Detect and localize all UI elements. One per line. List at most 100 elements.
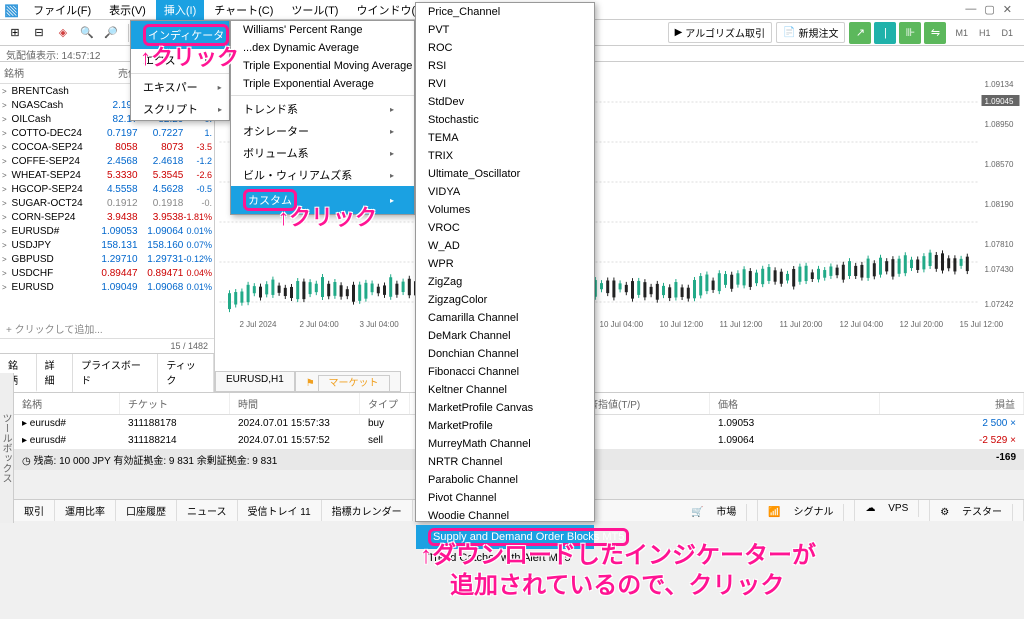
bt-perf[interactable]: 運用比率 <box>55 500 116 521</box>
custom-indicator-item[interactable]: Price_Channel <box>416 3 594 21</box>
custom-indicator-item[interactable]: Pivot Channel <box>416 489 594 507</box>
app-logo-icon: ▧ <box>4 0 19 20</box>
menu-insert[interactable]: 挿入(I) <box>156 0 204 20</box>
menu-expert[interactable]: エキスパー▸ <box>131 76 229 98</box>
grid2-icon[interactable]: ⊟ <box>30 24 48 42</box>
bt-market[interactable]: 🛒 市場 <box>681 500 758 521</box>
tb-green3-icon[interactable]: ⇋ <box>924 22 946 44</box>
toolbox-sidebar[interactable]: ツールボックス <box>0 373 14 523</box>
custom-indicator-item[interactable]: MarketProfile Canvas <box>416 399 594 417</box>
market-watch-row[interactable]: >EURUSD#1.090531.090640.01% <box>0 224 214 238</box>
market-watch-row[interactable]: >GBPUSD1.297101.29731-0.12% <box>0 252 214 266</box>
grid-icon[interactable]: ⊞ <box>6 24 24 42</box>
bt-tester[interactable]: ⚙ テスター <box>930 500 1024 521</box>
zoom-in-icon[interactable]: 🔍 <box>78 24 96 42</box>
bt-inbox[interactable]: 受信トレイ 11 <box>238 500 322 521</box>
tb-green2-icon[interactable]: ⊪ <box>899 22 921 44</box>
custom-indicator-item[interactable]: ZigZag <box>416 273 594 291</box>
custom-indicator-item[interactable]: ZigzagColor <box>416 291 594 309</box>
market-watch-row[interactable]: >COCOA-SEP2480588073-3.5 <box>0 140 214 154</box>
menu-file[interactable]: ファイル(F) <box>25 0 99 20</box>
timeframe-selector[interactable]: M1H1D1 <box>950 26 1018 40</box>
zoom-out-icon[interactable]: 🔎 <box>102 24 120 42</box>
market-tab[interactable]: ⚑ マーケット <box>295 371 401 392</box>
mw-tab-tick[interactable]: ティック <box>158 354 214 392</box>
indicator-item[interactable]: Williams' Percent Range <box>231 21 414 39</box>
menu-view[interactable]: 表示(V) <box>101 0 154 20</box>
bt-signal[interactable]: 📶 シグナル <box>758 500 855 521</box>
custom-indicator-item[interactable]: RVI <box>416 75 594 93</box>
custom-indicator-item[interactable]: Ultimate_Oscillator <box>416 165 594 183</box>
close-icon[interactable]: ✕ <box>1003 3 1012 16</box>
market-watch-row[interactable]: >WHEAT-SEP245.33305.3545-2.6 <box>0 168 214 182</box>
bt-news[interactable]: ニュース <box>177 500 238 521</box>
svg-text:11 Jul 12:00: 11 Jul 12:00 <box>720 320 764 329</box>
market-watch-add[interactable]: + クリックして追加... <box>0 319 214 338</box>
bt-vps[interactable]: ☁ VPS <box>855 500 930 521</box>
compass-icon[interactable]: ◈ <box>54 24 72 42</box>
custom-indicator-item[interactable]: TRIX <box>416 147 594 165</box>
chart-tab[interactable]: EURUSD,H1 <box>215 371 295 392</box>
algo-trading-button[interactable]: ▶ アルゴリズム取引 <box>668 22 772 43</box>
custom-indicator-item[interactable]: StdDev <box>416 93 594 111</box>
indicator-item[interactable]: オシレーター▸ <box>231 120 414 142</box>
custom-indicator-item[interactable]: RSI <box>416 57 594 75</box>
menu-chart[interactable]: チャート(C) <box>206 0 281 20</box>
market-watch-row[interactable]: >USDJPY158.131158.1600.07% <box>0 238 214 252</box>
col-symbol[interactable]: 銘柄 <box>0 62 92 83</box>
annotation-click1: ↑クリック <box>140 40 239 72</box>
svg-text:1.07242: 1.07242 <box>985 300 1014 309</box>
market-watch-row[interactable]: >USDCHF0.894470.894710.04% <box>0 266 214 280</box>
mw-tab-details[interactable]: 詳細 <box>37 354 74 392</box>
custom-indicator-item[interactable]: NRTR Channel <box>416 453 594 471</box>
custom-indicator-item[interactable]: Camarilla Channel <box>416 309 594 327</box>
custom-indicator-item[interactable]: DeMark Channel <box>416 327 594 345</box>
market-watch-row[interactable]: >COTTO-DEC240.71970.72271. <box>0 126 214 140</box>
custom-dropdown: Price_ChannelPVTROCRSIRVIStdDevStochasti… <box>415 2 595 522</box>
bt-trade[interactable]: 取引 <box>14 500 55 521</box>
custom-indicator-item[interactable]: TEMA <box>416 129 594 147</box>
market-watch-row[interactable]: >CORN-SEP243.94383.9538-1.81% <box>0 210 214 224</box>
indicator-item[interactable]: ビル・ウィリアムズ系▸ <box>231 164 414 186</box>
custom-indicator-item[interactable]: VROC <box>416 219 594 237</box>
custom-indicator-item[interactable]: Stochastic <box>416 111 594 129</box>
indicator-item[interactable]: トレンド系▸ <box>231 98 414 120</box>
indicator-item[interactable]: ...dex Dynamic Average <box>231 39 414 57</box>
custom-indicator-item[interactable]: ROC <box>416 39 594 57</box>
custom-indicator-item[interactable]: Volumes <box>416 201 594 219</box>
custom-indicator-item[interactable]: PVT <box>416 21 594 39</box>
bt-history[interactable]: 口座履歴 <box>116 500 177 521</box>
custom-indicator-item[interactable]: Keltner Channel <box>416 381 594 399</box>
custom-indicator-item[interactable]: VIDYA <box>416 183 594 201</box>
minimize-icon[interactable]: — <box>965 3 976 16</box>
bt-calendar[interactable]: 指標カレンダー <box>322 500 413 521</box>
tb-green1-icon[interactable]: ↗ <box>849 22 871 44</box>
custom-indicator-item[interactable]: MurreyMath Channel <box>416 435 594 453</box>
indicator-item[interactable]: Triple Exponential Moving Average <box>231 57 414 75</box>
menu-script[interactable]: スクリプト▸ <box>131 98 229 120</box>
custom-indicator-item[interactable]: W_AD <box>416 237 594 255</box>
new-order-button[interactable]: 📄 新規注文 <box>776 22 845 43</box>
market-watch-row[interactable]: >COFFE-SEP242.45682.4618-1.2 <box>0 154 214 168</box>
custom-indicator-item[interactable]: Woodie Channel <box>416 507 594 525</box>
custom-indicator-item[interactable]: Fibonacci Channel <box>416 363 594 381</box>
custom-indicator-item[interactable]: MarketProfile <box>416 417 594 435</box>
menu-tools[interactable]: ツール(T) <box>283 0 346 20</box>
market-watch-row[interactable]: >EURUSD1.090491.090680.01% <box>0 280 214 294</box>
mw-count: 15 / 1482 <box>170 341 208 351</box>
indicator-item[interactable]: ボリューム系▸ <box>231 142 414 164</box>
market-watch-row[interactable]: >SUGAR-OCT240.19120.1918-0. <box>0 196 214 210</box>
svg-text:15 Jul 12:00: 15 Jul 12:00 <box>960 320 1004 329</box>
market-watch-row[interactable]: >HGCOP-SEP244.55584.5628-0.5 <box>0 182 214 196</box>
svg-text:1.07810: 1.07810 <box>985 240 1014 249</box>
custom-indicator-item[interactable]: Parabolic Channel <box>416 471 594 489</box>
indicator-item[interactable]: Triple Exponential Average <box>231 75 414 93</box>
tb-teal-icon[interactable]: | <box>874 22 896 44</box>
svg-text:10 Jul 12:00: 10 Jul 12:00 <box>660 320 704 329</box>
maximize-icon[interactable]: ▢ <box>984 3 994 16</box>
mw-tab-board[interactable]: プライスボード <box>73 354 158 392</box>
svg-text:1.09134: 1.09134 <box>985 80 1014 89</box>
custom-indicator-item[interactable]: WPR <box>416 255 594 273</box>
custom-indicator-item[interactable]: Donchian Channel <box>416 345 594 363</box>
svg-text:1.08190: 1.08190 <box>985 200 1014 209</box>
